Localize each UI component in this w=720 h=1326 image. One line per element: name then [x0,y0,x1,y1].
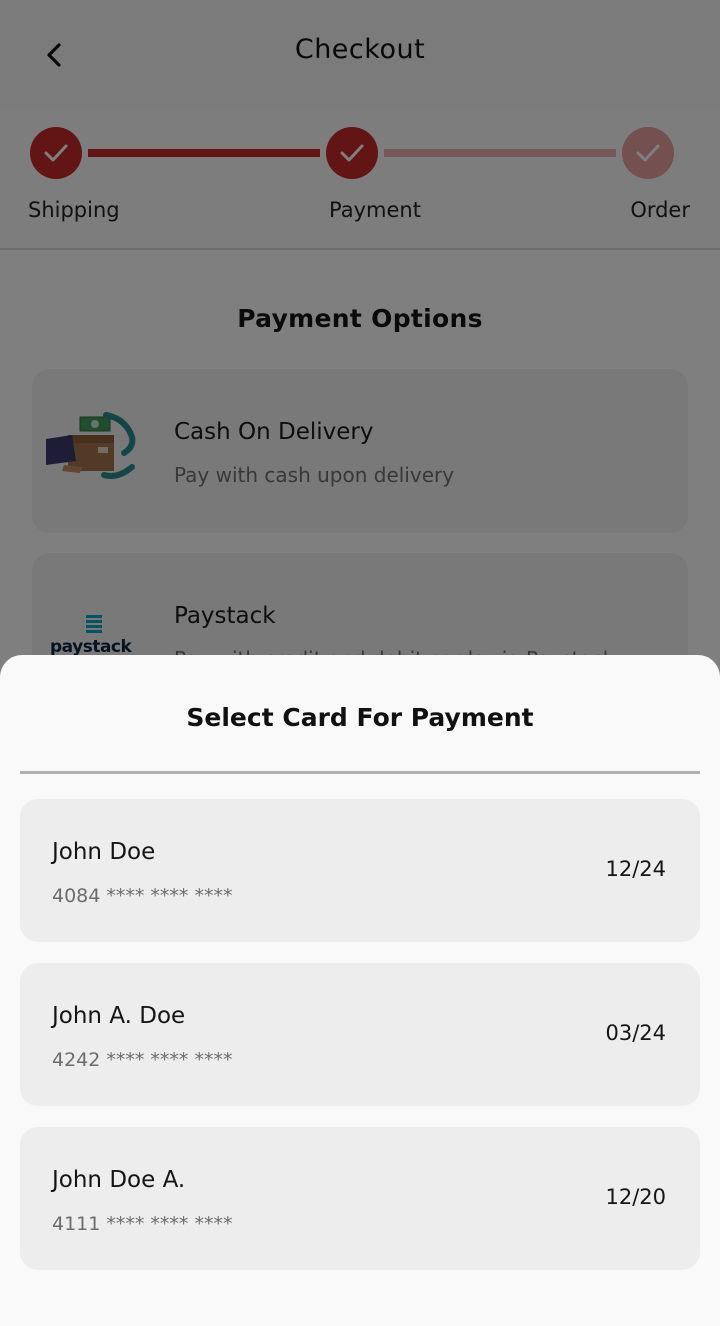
card-expiry: 03/24 [605,1021,666,1045]
select-card-sheet: Select Card For Payment John Doe 4084 **… [0,655,720,1326]
card-holder-name: John Doe A. [52,1167,186,1193]
card-number: 4242 **** **** **** [52,1049,233,1071]
card-holder-name: John A. Doe [52,1003,186,1029]
saved-card-item[interactable]: John Doe 4084 **** **** **** 12/24 [20,799,700,942]
saved-card-item[interactable]: John A. Doe 4242 **** **** **** 03/24 [20,963,700,1106]
card-expiry: 12/20 [605,1185,666,1209]
sheet-divider [20,771,700,774]
card-number: 4111 **** **** **** [52,1213,233,1235]
card-number: 4084 **** **** **** [52,885,233,907]
card-expiry: 12/24 [605,857,666,881]
sheet-title: Select Card For Payment [186,703,534,732]
card-holder-name: John Doe [52,839,156,865]
saved-card-item[interactable]: John Doe A. 4111 **** **** **** 12/20 [20,1127,700,1270]
